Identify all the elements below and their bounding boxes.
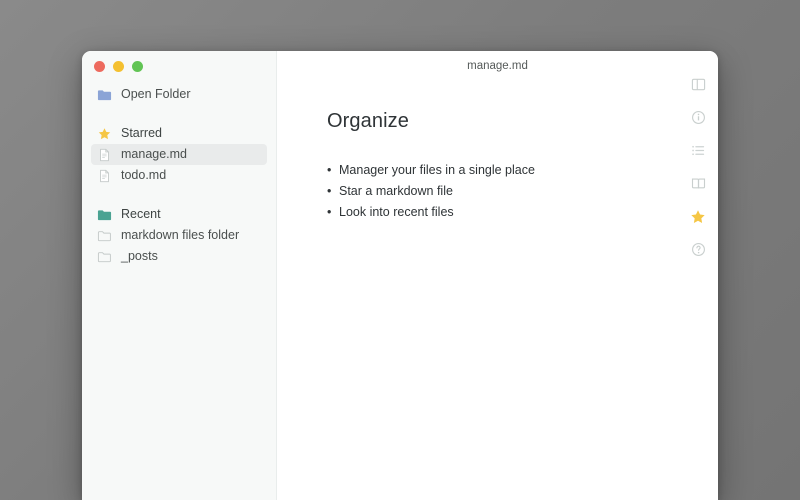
star-button[interactable] (686, 207, 710, 231)
document-heading: Organize (327, 110, 409, 132)
star-icon (97, 127, 112, 141)
markdown-preview: Organize Manager your files in a single … (277, 97, 678, 500)
app-window: Open Folder Starred manage.md todo.md Re… (82, 51, 718, 500)
list-item: Star a markdown file (327, 181, 678, 202)
markdown-file-icon (97, 169, 112, 183)
sidebar-section-label: Recent (121, 207, 161, 222)
sidebar-section-label: Starred (121, 126, 162, 141)
list-item: Manager your files in a single place (327, 160, 678, 181)
content-area: manage.md Organize Manager your files in… (277, 51, 718, 500)
outline-list-button[interactable] (686, 141, 710, 165)
sidebar-item-open-folder[interactable]: Open Folder (91, 84, 267, 105)
star-icon (690, 209, 706, 230)
folder-icon (97, 88, 112, 102)
minimize-button[interactable] (113, 61, 124, 72)
window-title-bar: manage.md (277, 51, 718, 80)
sidebar-file-label: manage.md (121, 147, 188, 162)
sidebar-section-recent[interactable]: Recent (91, 204, 267, 225)
sidebar-file-manage-md[interactable]: manage.md (91, 144, 267, 165)
list-item: Look into recent files (327, 202, 678, 223)
sidebar-folder-markdown-files[interactable]: markdown files folder (91, 225, 267, 246)
sidebar: Open Folder Starred manage.md todo.md Re… (82, 51, 277, 500)
page-title: manage.md (467, 59, 528, 72)
sidebar-file-todo-md[interactable]: todo.md (91, 165, 267, 186)
document-bullet-list: Manager your files in a single place Sta… (327, 160, 678, 223)
sidebar-toggle-icon (691, 77, 706, 97)
sidebar-folder-posts[interactable]: _posts (91, 246, 267, 267)
help-icon (691, 242, 706, 262)
close-button[interactable] (94, 61, 105, 72)
sidebar-list: Open Folder Starred manage.md todo.md Re… (82, 84, 276, 267)
maximize-button[interactable] (132, 61, 143, 72)
sidebar-file-label: todo.md (121, 168, 167, 183)
sidebar-folder-label: _posts (121, 249, 158, 264)
window-controls (82, 51, 276, 81)
right-toolbar (678, 51, 718, 500)
markdown-file-icon (97, 148, 112, 162)
outline-list-icon (691, 143, 706, 163)
sidebar-folder-label: markdown files folder (121, 228, 240, 243)
folder-outline-icon (97, 229, 112, 243)
info-button[interactable] (686, 108, 710, 132)
sidebar-item-label: Open Folder (121, 87, 191, 102)
reading-mode-icon (691, 176, 706, 196)
sidebar-section-starred[interactable]: Starred (91, 123, 267, 144)
folder-outline-icon (97, 250, 112, 264)
folder-icon (97, 208, 112, 222)
reading-mode-button[interactable] (686, 174, 710, 198)
help-button[interactable] (686, 240, 710, 264)
info-icon (691, 110, 706, 130)
